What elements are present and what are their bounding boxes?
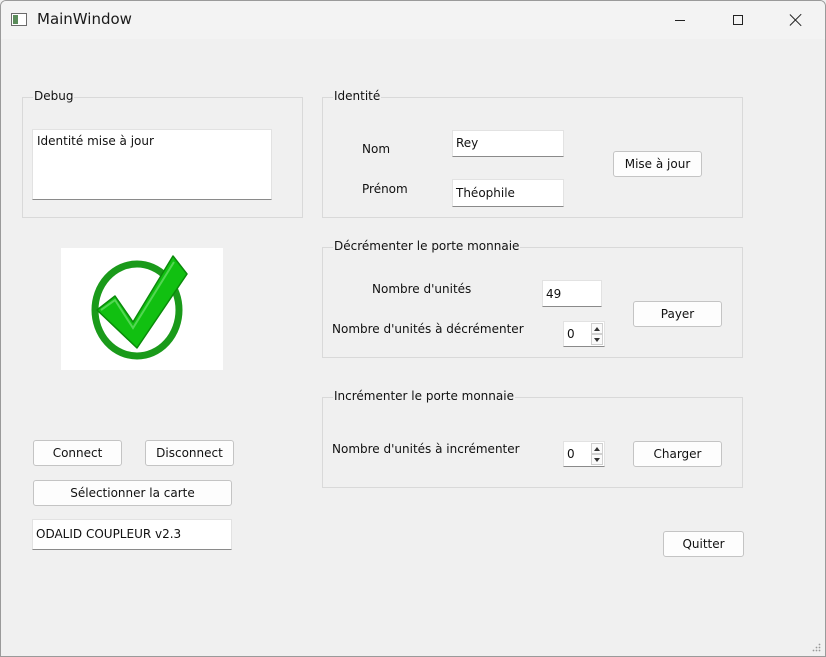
checkmark-icon <box>91 255 188 360</box>
nom-value: Rey <box>456 136 479 150</box>
units-value: 49 <box>546 287 562 301</box>
arrow-up-icon <box>594 326 600 331</box>
reader-version-text: ODALID COUPLEUR v2.3 <box>36 527 182 541</box>
disconnect-button[interactable]: Disconnect <box>145 440 234 466</box>
minimize-button[interactable] <box>651 1 709 39</box>
select-card-button[interactable]: Sélectionner la carte <box>33 480 232 506</box>
increment-units-label: Nombre d'unités à incrémenter <box>332 442 520 456</box>
increment-group-title: Incrémenter le porte monnaie <box>333 389 515 403</box>
identity-group-title: Identité <box>333 89 382 103</box>
decrement-spinbox-value: 0 <box>567 327 575 341</box>
maximize-button[interactable] <box>709 1 767 39</box>
decrement-spin-down[interactable] <box>591 334 603 345</box>
arrow-up-icon <box>594 446 600 451</box>
increment-spin-down[interactable] <box>591 454 603 465</box>
connect-button[interactable]: Connect <box>33 440 122 466</box>
nom-label: Nom <box>362 142 391 156</box>
main-window: MainWindow Debug Identité mise à jour Co… <box>0 0 826 657</box>
debug-text-area[interactable]: Identité mise à jour <box>32 129 272 200</box>
decrement-group-title: Décrémenter le porte monnaie <box>333 239 521 253</box>
increment-spinbox[interactable]: 0 <box>563 441 605 467</box>
decrement-spin-up[interactable] <box>591 323 603 334</box>
maximize-icon <box>733 15 743 25</box>
quit-button[interactable]: Quitter <box>663 531 744 557</box>
increment-spinbox-value: 0 <box>567 447 575 461</box>
reader-version-field[interactable]: ODALID COUPLEUR v2.3 <box>32 519 232 550</box>
decrement-units-label: Nombre d'unités à décrémenter <box>332 322 524 336</box>
minimize-icon <box>675 19 685 21</box>
decrement-spinbox[interactable]: 0 <box>563 321 605 347</box>
units-field[interactable]: 49 <box>542 280 602 307</box>
window-title: MainWindow <box>37 10 132 28</box>
prenom-label: Prénom <box>362 182 408 196</box>
debug-group-title: Debug <box>33 89 75 103</box>
status-image <box>61 248 223 370</box>
close-icon <box>789 13 803 27</box>
pay-button[interactable]: Payer <box>633 301 722 327</box>
app-window-icon <box>11 13 27 26</box>
resize-grip-icon[interactable] <box>811 642 821 652</box>
debug-message: Identité mise à jour <box>37 134 154 148</box>
title-bar: MainWindow <box>1 1 825 39</box>
prenom-value: Théophile <box>456 186 515 200</box>
arrow-down-icon <box>594 337 600 342</box>
arrow-down-icon <box>594 457 600 462</box>
close-button[interactable] <box>767 1 825 39</box>
prenom-field[interactable]: Théophile <box>452 179 564 207</box>
update-identity-button[interactable]: Mise à jour <box>613 151 702 177</box>
units-label: Nombre d'unités <box>372 282 472 296</box>
increment-spin-up[interactable] <box>591 443 603 454</box>
charge-button[interactable]: Charger <box>633 441 722 467</box>
nom-field[interactable]: Rey <box>452 130 564 157</box>
